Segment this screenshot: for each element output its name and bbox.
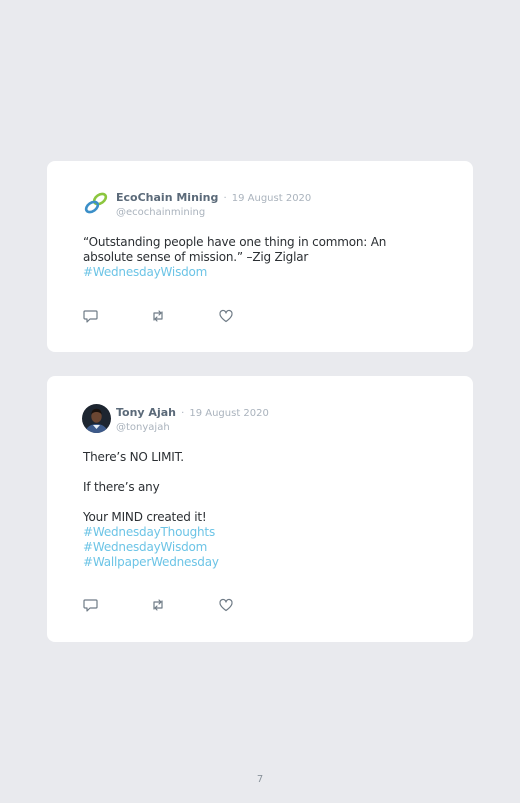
- author-handle[interactable]: @ecochainmining: [116, 206, 311, 219]
- author-name[interactable]: Tony Ajah: [116, 406, 176, 419]
- hashtag-link[interactable]: #WednesdayWisdom: [83, 540, 413, 555]
- author-handle[interactable]: @tonyajah: [116, 421, 269, 434]
- tweet-header: Tony Ajah · 19 August 2020 @tonyajah: [116, 404, 269, 434]
- tweet-paragraph: There’s NO LIMIT.: [83, 450, 184, 464]
- tweet-date: 19 August 2020: [189, 408, 269, 419]
- like-icon[interactable]: [218, 308, 234, 324]
- like-icon[interactable]: [218, 597, 234, 613]
- ecochain-logo-icon[interactable]: [82, 189, 111, 218]
- separator-dot: ·: [223, 193, 227, 204]
- hashtag-link[interactable]: #WallpaperWednesday: [83, 555, 413, 570]
- tweet-line: “Outstanding people have one thing in co…: [83, 235, 387, 249]
- hashtag-link[interactable]: #WednesdayThoughts: [83, 525, 413, 540]
- tweet-card-tony: Tony Ajah · 19 August 2020 @tonyajah The…: [47, 376, 473, 642]
- tweet-line: absolute sense of mission.” –Zig Ziglar: [83, 250, 309, 264]
- hashtag-link[interactable]: #WednesdayWisdom: [83, 265, 413, 280]
- page-number: 7: [256, 774, 264, 785]
- retweet-icon[interactable]: [150, 308, 166, 324]
- tweet-text: “Outstanding people have one thing in co…: [83, 235, 413, 280]
- comment-icon[interactable]: [83, 597, 99, 613]
- separator-dot: ·: [181, 408, 185, 419]
- tweet-card-ecochain: EcoChain Mining · 19 August 2020 @ecocha…: [47, 161, 473, 352]
- author-name[interactable]: EcoChain Mining: [116, 191, 218, 204]
- tweet-paragraph: If there’s any: [83, 480, 160, 494]
- retweet-icon[interactable]: [150, 597, 166, 613]
- tweet-paragraph: Your MIND created it!: [83, 510, 207, 524]
- tweet-text: There’s NO LIMIT. If there’s any Your MI…: [83, 450, 413, 570]
- tweet-header: EcoChain Mining · 19 August 2020 @ecocha…: [116, 189, 311, 219]
- tweet-date: 19 August 2020: [231, 193, 312, 204]
- profile-avatar[interactable]: [82, 404, 111, 433]
- comment-icon[interactable]: [83, 308, 99, 324]
